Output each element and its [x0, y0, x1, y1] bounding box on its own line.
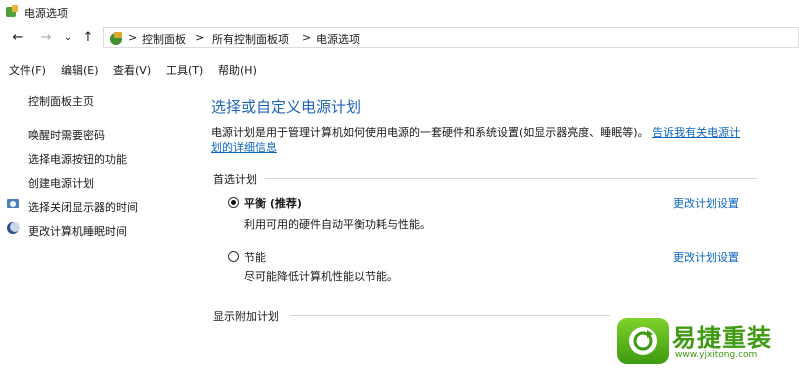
- page-title: 选择或自定义电源计划: [211, 98, 362, 116]
- preferred-plans-header: 首选计划: [213, 173, 257, 186]
- recent-locations-chevron-icon[interactable]: ⌄: [60, 29, 76, 47]
- sidebar-item-home[interactable]: 控制面板主页: [28, 93, 94, 109]
- power-saver-plan-name[interactable]: 节能: [244, 249, 266, 265]
- page-description: 电源计划是用于管理计算机如何使用电源的一套硬件和系统设置(如显示器亮度、睡眠等)…: [211, 125, 771, 155]
- balanced-plan-radio[interactable]: [228, 197, 239, 208]
- breadcrumb-separator: >: [302, 31, 312, 44]
- display-timer-icon: [7, 199, 19, 208]
- description-text: 电源计划是用于管理计算机如何使用电源的一套硬件和系统设置(如显示器亮度、睡眠等)…: [211, 126, 649, 139]
- breadcrumb-all-items[interactable]: 所有控制面板项: [212, 31, 289, 47]
- breadcrumb-control-panel[interactable]: 控制面板: [142, 31, 186, 47]
- balanced-plan-name[interactable]: 平衡 (推荐): [244, 195, 302, 211]
- power-saver-plan-radio[interactable]: [228, 251, 239, 262]
- learn-more-link[interactable]: 告诉我有关电源计: [652, 126, 740, 139]
- forward-button[interactable]: →: [38, 29, 54, 47]
- watermark-url: www.yjxitong.com: [675, 350, 758, 360]
- breadcrumb-separator: >: [128, 31, 138, 44]
- window-title: 电源选项: [24, 7, 68, 20]
- sidebar-item-wake-password[interactable]: 唤醒时需要密码: [28, 127, 105, 143]
- control-panel-icon: [110, 32, 122, 45]
- learn-more-link-continued[interactable]: 划的详细信息: [211, 141, 277, 154]
- additional-plans-toggle[interactable]: 显示附加计划: [213, 308, 279, 324]
- menu-file[interactable]: 文件(F): [9, 62, 46, 78]
- menu-edit[interactable]: 编辑(E): [61, 62, 99, 78]
- section-divider: [290, 315, 610, 316]
- power-saver-change-settings-link[interactable]: 更改计划设置: [673, 249, 739, 265]
- section-divider: [265, 178, 757, 179]
- breadcrumb-separator: >: [195, 31, 205, 44]
- sidebar-item-power-button[interactable]: 选择电源按钮的功能: [28, 151, 127, 167]
- up-button[interactable]: ↑: [80, 29, 96, 47]
- breadcrumb-power-options[interactable]: 电源选项: [316, 31, 360, 47]
- watermark-brand: 易捷重装: [672, 324, 772, 352]
- menu-view[interactable]: 查看(V): [113, 62, 151, 78]
- refresh-icon: [629, 327, 657, 355]
- power-options-icon: [6, 5, 18, 17]
- address-bar[interactable]: > 控制面板 > 所有控制面板项 > 电源选项: [103, 27, 799, 48]
- balanced-change-settings-link[interactable]: 更改计划设置: [673, 195, 739, 211]
- back-button[interactable]: ←: [10, 29, 26, 47]
- menu-help[interactable]: 帮助(H): [218, 62, 257, 78]
- balanced-plan-description: 利用可用的硬件自动平衡功耗与性能。: [244, 218, 431, 231]
- watermark-logo: [617, 318, 669, 364]
- sidebar-item-display-off-time[interactable]: 选择关闭显示器的时间: [28, 199, 138, 215]
- power-saver-plan-description: 尽可能降低计算机性能以节能。: [244, 270, 398, 283]
- title-bar: 电源选项: [0, 0, 799, 24]
- sidebar-item-sleep-time[interactable]: 更改计算机睡眠时间: [28, 223, 127, 239]
- sidebar-item-create-plan[interactable]: 创建电源计划: [28, 175, 94, 191]
- sleep-moon-icon: [7, 222, 20, 234]
- menu-bar: 文件(F) 编辑(E) 查看(V) 工具(T) 帮助(H): [0, 58, 799, 80]
- menu-tools[interactable]: 工具(T): [166, 62, 203, 78]
